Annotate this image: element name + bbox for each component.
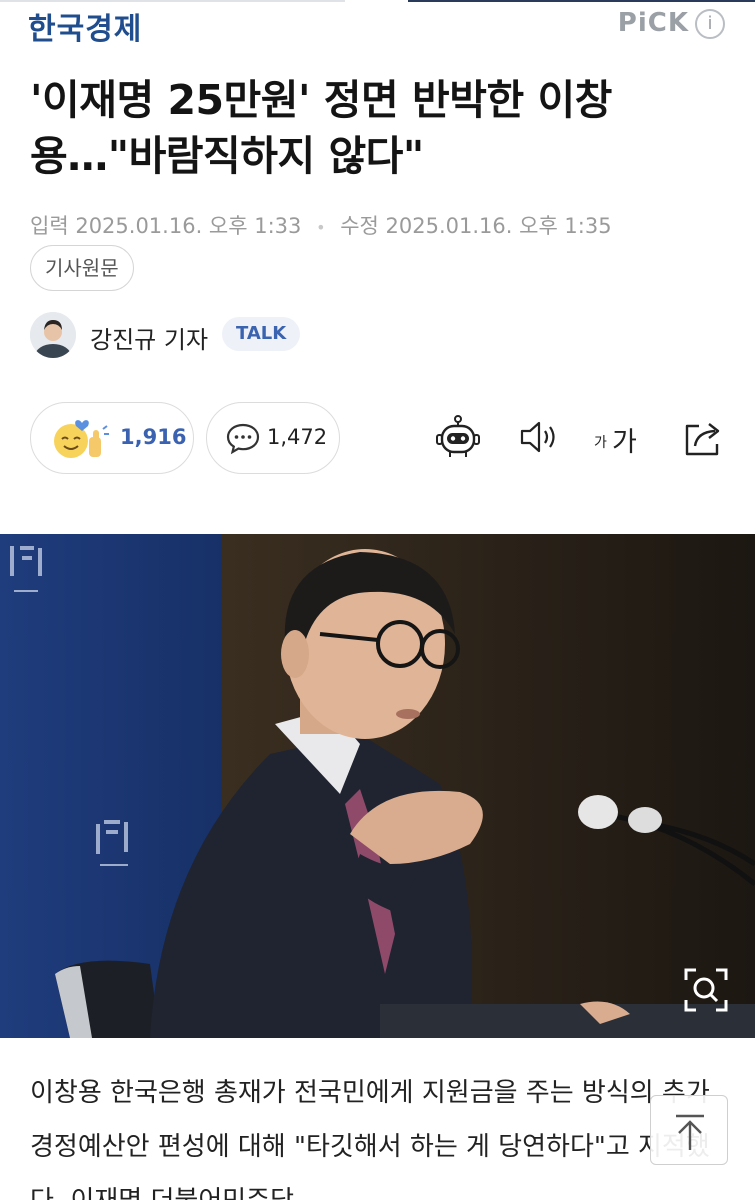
article-photo[interactable] xyxy=(0,534,755,1038)
read-aloud-button[interactable] xyxy=(516,414,562,460)
summary-bot-button[interactable] xyxy=(435,414,481,460)
reaction-button[interactable]: 1,916 xyxy=(30,402,194,474)
robot-icon xyxy=(436,415,480,457)
input-date: 2025.01.16. 오후 1:33 xyxy=(75,214,302,238)
top-divider-right xyxy=(408,0,755,2)
info-icon[interactable]: i xyxy=(695,9,725,39)
comment-count: 1,472 xyxy=(267,425,328,449)
comment-icon xyxy=(226,423,260,455)
scroll-to-top-button[interactable] xyxy=(650,1095,728,1165)
font-size-large-glyph: 가 xyxy=(612,427,637,458)
photo-zoom-button[interactable] xyxy=(680,964,732,1016)
reaction-emoji-icon xyxy=(54,420,109,458)
zoom-icon xyxy=(684,968,728,1012)
article-page: 한국경제 PiCK i '이재명 25만원' 정면 반박한 이창용…"바람직하지… xyxy=(0,0,755,1200)
talk-button[interactable]: TALK xyxy=(222,317,301,351)
pick-badge: PiCK xyxy=(617,8,689,38)
share-icon xyxy=(685,423,720,456)
press-logo[interactable]: 한국경제 xyxy=(28,4,142,48)
font-size-button[interactable]: 가 가 xyxy=(594,414,650,460)
original-article-button[interactable]: 기사원문 xyxy=(30,245,134,291)
article-dates: 입력 2025.01.16. 오후 1:33 • 수정 2025.01.16. … xyxy=(30,210,612,240)
edit-label: 수정 xyxy=(340,214,379,238)
input-label: 입력 xyxy=(30,214,69,238)
arrow-up-icon xyxy=(676,1114,704,1150)
article-headline: '이재명 25만원' 정면 반박한 이창용…"바람직하지 않다" xyxy=(30,76,612,180)
reaction-count: 1,916 xyxy=(120,425,187,449)
edit-date: 2025.01.16. 오후 1:35 xyxy=(385,214,612,238)
article-body: 이창용 한국은행 총재가 전국민에게 지원금을 주는 방식의 추가경정예산안 편… xyxy=(30,1078,710,1200)
comment-button[interactable]: 1,472 xyxy=(206,402,340,474)
date-separator: • xyxy=(316,218,326,237)
reporter-name[interactable]: 강진규 기자 xyxy=(90,320,208,355)
speaker-icon xyxy=(520,421,555,453)
share-button[interactable] xyxy=(681,414,727,460)
top-divider-left xyxy=(0,0,345,2)
font-size-small-glyph: 가 xyxy=(594,435,607,451)
reporter-avatar[interactable] xyxy=(30,312,76,358)
